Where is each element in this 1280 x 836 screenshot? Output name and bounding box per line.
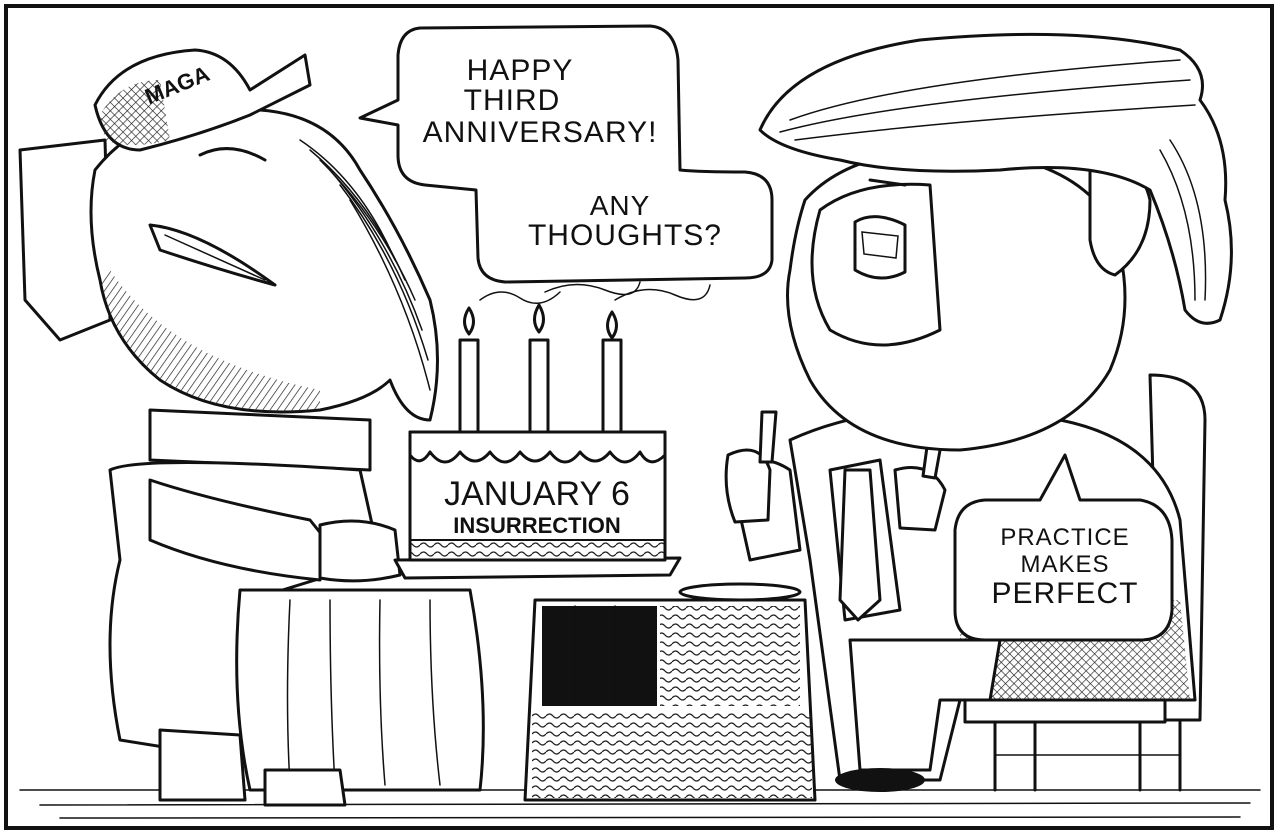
elephant-skirt (235, 588, 485, 792)
editorial-cartoon: MAGA HAPPY THIRD ANNIVERSARY! ANY THOUGH… (4, 4, 1274, 830)
bubble-happy: HAPPY (467, 54, 574, 87)
elephant-leg-left (158, 728, 247, 802)
bubble-thoughts: THOUGHTS? (528, 219, 722, 252)
bubble-any: ANY (590, 190, 651, 221)
bubble-anniversary: ANNIVERSARY! (423, 116, 658, 149)
bubble-practice: PRACTICE (1000, 524, 1129, 551)
elephant-hand (318, 519, 402, 583)
cake-frosting (408, 430, 667, 464)
table-drape-dark (542, 606, 657, 706)
side-table (523, 582, 817, 802)
trump-shoe (835, 768, 925, 792)
elephant-leg-right (263, 768, 347, 807)
cake-line-1: JANUARY 6 (444, 475, 630, 513)
bubble-makes: MAKES (1020, 551, 1109, 578)
bubble-third: THIRD (464, 84, 561, 117)
elephant-collar (148, 408, 372, 472)
bubble-perfect: PERFECT (991, 577, 1138, 610)
cake-line-2: INSURRECTION (453, 513, 620, 538)
trump-right-hand (893, 466, 947, 532)
